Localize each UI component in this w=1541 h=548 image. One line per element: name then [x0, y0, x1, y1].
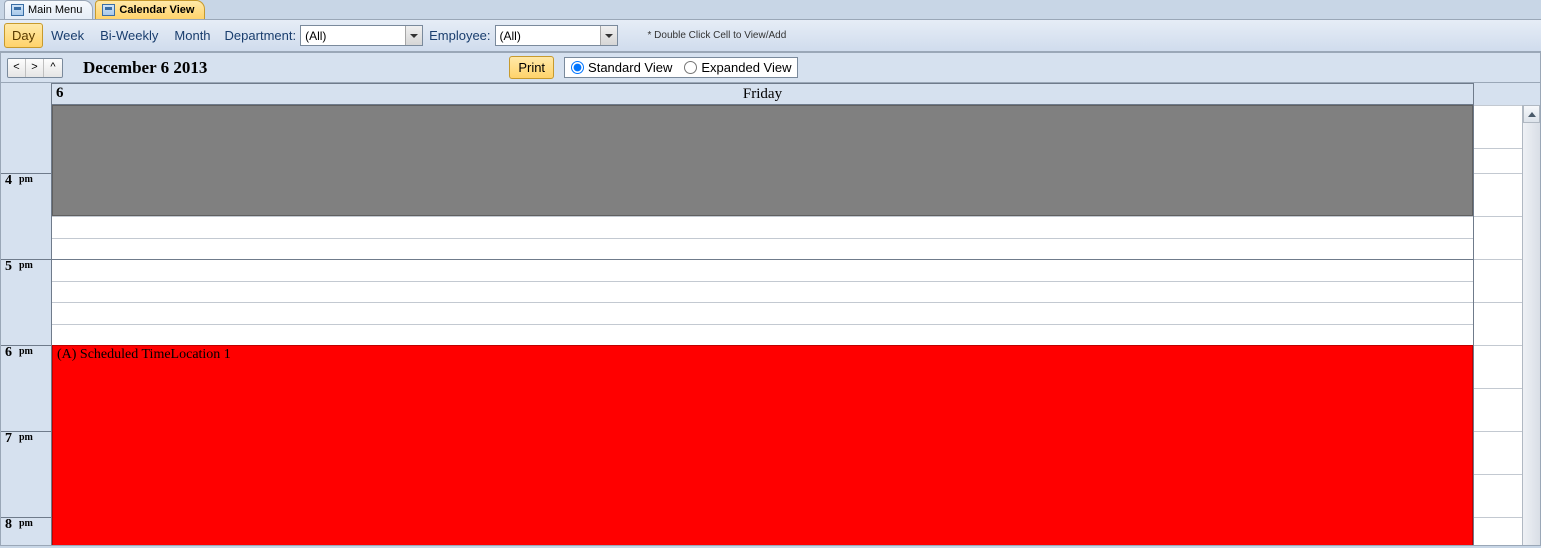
grid-line	[52, 302, 1473, 303]
employee-combo[interactable]	[495, 25, 618, 46]
grid-body[interactable]: (A) Scheduled TimeLocation 1	[51, 105, 1474, 545]
time-label: 8pm	[1, 517, 51, 545]
nav-up-button[interactable]: ^	[44, 59, 62, 77]
grid-line	[52, 259, 1473, 260]
range-day-button[interactable]: Day	[4, 23, 43, 48]
form-icon	[102, 4, 115, 16]
grid-line	[52, 216, 1473, 217]
expanded-view-label: Expanded View	[701, 60, 791, 75]
department-label: Department:	[225, 28, 297, 43]
tab-main-menu[interactable]: Main Menu	[4, 0, 93, 19]
scroll-up-button[interactable]	[1523, 105, 1540, 123]
time-label: 4pm	[1, 173, 51, 259]
calendar-header-row: < > ^ December 6 2013 Print Standard Vie…	[1, 53, 1540, 83]
employee-label: Employee:	[429, 28, 490, 43]
grid-line	[52, 281, 1473, 282]
grid-line	[1474, 302, 1522, 303]
nav-prev-button[interactable]: <	[8, 59, 26, 77]
grid-line	[1474, 173, 1522, 174]
department-combo[interactable]	[300, 25, 423, 46]
document-tabs: Main Menu Calendar View	[0, 0, 1541, 20]
employee-input[interactable]	[496, 26, 600, 45]
grid-line	[1474, 388, 1522, 389]
grid-line	[1474, 517, 1522, 518]
right-gutter	[1474, 105, 1522, 545]
filter-bar: Day Week Bi-Weekly Month Department: Emp…	[0, 20, 1541, 52]
time-label: 6pm	[1, 345, 51, 431]
standard-view-radio[interactable]: Standard View	[571, 60, 672, 75]
calendar-frame: < > ^ December 6 2013 Print Standard Vie…	[0, 52, 1541, 546]
standard-view-input[interactable]	[571, 61, 584, 74]
print-button[interactable]: Print	[509, 56, 554, 79]
calendar-event[interactable]: (A) Scheduled TimeLocation 1	[52, 345, 1473, 545]
standard-view-label: Standard View	[588, 60, 672, 75]
tab-label: Calendar View	[119, 4, 194, 16]
grid-line	[52, 238, 1473, 239]
grid-line	[52, 324, 1473, 325]
grid-line	[1474, 105, 1522, 106]
vertical-scrollbar[interactable]	[1522, 105, 1540, 545]
hint-text: * Double Click Cell to View/Add	[648, 30, 787, 41]
view-mode-group: Standard View Expanded View	[564, 57, 798, 78]
form-icon	[11, 4, 24, 16]
calendar-event[interactable]	[52, 105, 1473, 216]
time-column: 4pm5pm6pm7pm8pm	[1, 105, 51, 545]
expanded-view-input[interactable]	[684, 61, 697, 74]
grid-line	[1474, 148, 1522, 149]
day-name: Friday	[743, 86, 782, 103]
range-buttons: Day Week Bi-Weekly Month	[4, 23, 219, 48]
calendar-grid: 4pm5pm6pm7pm8pm (A) Scheduled TimeLocati…	[1, 105, 1540, 545]
time-label: 5pm	[1, 259, 51, 345]
grid-line	[1474, 431, 1522, 432]
day-number: 6	[56, 85, 64, 102]
grid-line	[1474, 216, 1522, 217]
tab-calendar-view[interactable]: Calendar View	[95, 0, 205, 19]
day-header: 6 Friday	[51, 83, 1474, 105]
nav-buttons: < > ^	[7, 58, 63, 78]
grid-line	[1474, 474, 1522, 475]
dropdown-icon[interactable]	[600, 26, 617, 45]
date-title: December 6 2013	[83, 58, 207, 78]
range-biweekly-button[interactable]: Bi-Weekly	[92, 23, 166, 48]
grid-line	[1474, 345, 1522, 346]
nav-next-button[interactable]: >	[26, 59, 44, 77]
time-label: 7pm	[1, 431, 51, 517]
department-input[interactable]	[301, 26, 405, 45]
range-week-button[interactable]: Week	[43, 23, 92, 48]
grid-line	[1474, 259, 1522, 260]
tab-label: Main Menu	[28, 4, 82, 16]
range-month-button[interactable]: Month	[166, 23, 218, 48]
dropdown-icon[interactable]	[405, 26, 422, 45]
expanded-view-radio[interactable]: Expanded View	[684, 60, 791, 75]
